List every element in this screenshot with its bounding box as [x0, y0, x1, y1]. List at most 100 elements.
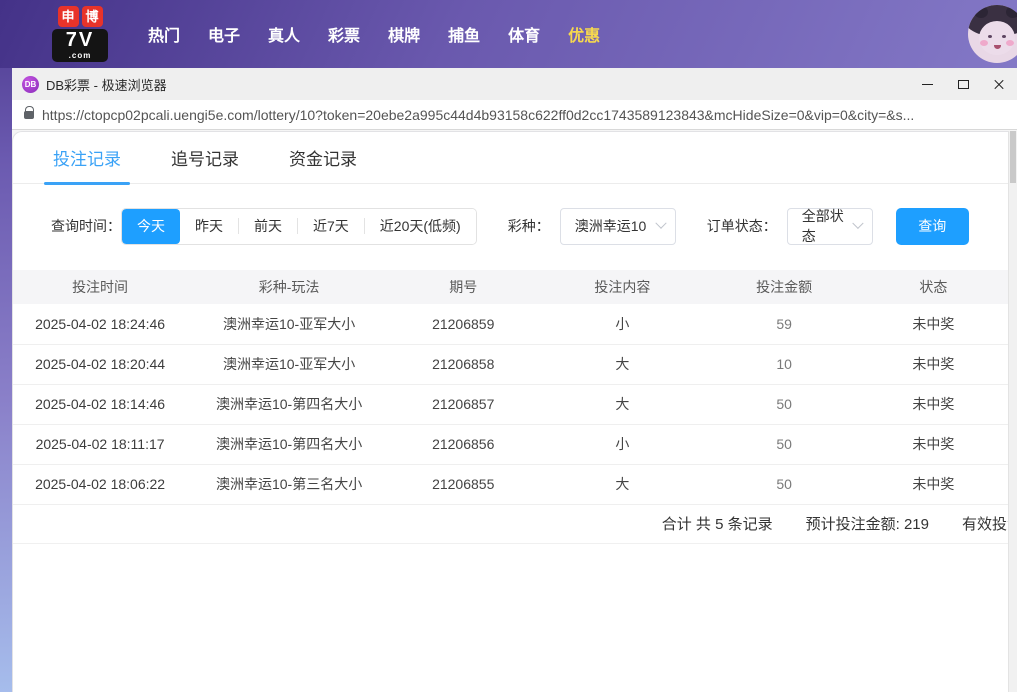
cell-bet-content: 小 [535, 304, 709, 344]
header-issue-number: 期号 [391, 270, 535, 304]
nav-item-live[interactable]: 真人 [268, 22, 300, 46]
cell-bet-amount: 50 [709, 424, 858, 464]
avatar-hair-bun-left [974, 6, 988, 18]
cell-bet-content: 小 [535, 424, 709, 464]
user-avatar[interactable] [968, 5, 1017, 63]
cell-bet-amount: 50 [709, 464, 858, 504]
cell-lottery-play: 澳洲幸运10-第四名大小 [187, 424, 391, 464]
table-row: 2025-04-02 18:24:46 澳洲幸运10-亚军大小 21206859… [13, 304, 1008, 344]
avatar-hair-bun-right [1006, 6, 1017, 18]
logo-main-block: 7V .com [52, 29, 108, 62]
address-bar[interactable]: https://ctopcp02pcali.uengi5e.com/lotter… [12, 100, 1017, 130]
order-status-select[interactable]: 全部状态 [787, 208, 873, 245]
cell-bet-amount: 10 [709, 344, 858, 384]
header-status: 状态 [859, 270, 1008, 304]
cell-bet-time: 2025-04-02 18:14:46 [13, 384, 187, 424]
cell-bet-time: 2025-04-02 18:06:22 [13, 464, 187, 504]
lottery-type-value: 澳洲幸运10 [575, 216, 647, 236]
time-option-last-7-days[interactable]: 近7天 [298, 209, 364, 244]
cell-lottery-play: 澳洲幸运10-亚军大小 [187, 304, 391, 344]
cell-status: 未中奖 [859, 424, 1008, 464]
header-bet-amount: 投注金额 [709, 270, 858, 304]
cell-issue-number: 21206855 [391, 464, 535, 504]
chevron-down-icon [655, 218, 666, 229]
nav-item-promo[interactable]: 优惠 [568, 22, 600, 46]
summary-estimated-amount: 预计投注金额: 219 [806, 513, 929, 534]
nav-item-sports[interactable]: 体育 [508, 22, 540, 46]
nav-item-slots[interactable]: 电子 [208, 22, 240, 46]
table-row: 2025-04-02 18:14:46 澳洲幸运10-第四名大小 2120685… [13, 384, 1008, 424]
order-status-label: 订单状态： [707, 216, 777, 236]
time-option-yesterday[interactable]: 昨天 [180, 209, 238, 244]
table-row: 2025-04-02 18:20:44 澳洲幸运10-亚军大小 21206858… [13, 344, 1008, 384]
cell-bet-content: 大 [535, 384, 709, 424]
query-button[interactable]: 查询 [896, 208, 969, 245]
query-time-label: 查询时间： [51, 216, 121, 236]
cell-status: 未中奖 [859, 344, 1008, 384]
header-bet-time: 投注时间 [13, 270, 187, 304]
minimize-button[interactable] [909, 68, 945, 100]
filter-bar: 查询时间： 今天 昨天 前天 近7天 近20天(低频) 彩种： 澳洲幸运10 订… [13, 207, 1008, 245]
nav-item-fishing[interactable]: 捕鱼 [448, 22, 480, 46]
time-option-today[interactable]: 今天 [122, 209, 180, 244]
table-header-row: 投注时间 彩种-玩法 期号 投注内容 投注金额 状态 [13, 270, 1008, 304]
cell-bet-time: 2025-04-02 18:20:44 [13, 344, 187, 384]
window-titlebar[interactable]: DB DB彩票 - 极速浏览器 [12, 68, 1017, 100]
cell-bet-content: 大 [535, 344, 709, 384]
cell-lottery-play: 澳洲幸运10-第四名大小 [187, 384, 391, 424]
scrollbar-thumb[interactable] [1010, 131, 1016, 183]
browser-favicon-icon: DB [22, 76, 39, 93]
header-lottery-play: 彩种-玩法 [187, 270, 391, 304]
nav-item-cards[interactable]: 棋牌 [388, 22, 420, 46]
avatar-blush-right [1006, 40, 1014, 46]
header-bet-content: 投注内容 [535, 270, 709, 304]
tab-fund-records[interactable]: 资金记录 [289, 132, 357, 183]
cell-bet-amount: 59 [709, 304, 858, 344]
order-status-value: 全部状态 [802, 206, 854, 246]
minimize-icon [922, 84, 933, 85]
summary-total-records: 合计 共 5 条记录 [662, 513, 773, 534]
nav-item-hot[interactable]: 热门 [148, 22, 180, 46]
logo-chip-bo: 博 [82, 6, 103, 27]
cell-status: 未中奖 [859, 384, 1008, 424]
record-tabs: 投注记录 追号记录 资金记录 [13, 132, 1008, 184]
window-title: DB彩票 - 极速浏览器 [46, 75, 167, 94]
site-logo[interactable]: 申 博 7V .com [48, 6, 112, 62]
cell-lottery-play: 澳洲幸运10-亚军大小 [187, 344, 391, 384]
top-nav-bar: 申 博 7V .com 热门 电子 真人 彩票 棋牌 捕鱼 体育 优惠 [0, 0, 1017, 68]
time-option-day-before[interactable]: 前天 [239, 209, 297, 244]
logo-chips: 申 博 [58, 6, 103, 27]
tab-chase-records[interactable]: 追号记录 [171, 132, 239, 183]
time-option-last-20-days[interactable]: 近20天(低频) [365, 209, 476, 244]
cell-bet-content: 大 [535, 464, 709, 504]
logo-chip-shen: 申 [58, 6, 79, 27]
lock-icon [24, 111, 34, 119]
cell-issue-number: 21206857 [391, 384, 535, 424]
avatar-eye-right [1002, 35, 1006, 38]
cell-issue-number: 21206859 [391, 304, 535, 344]
vertical-scrollbar[interactable] [1008, 131, 1017, 692]
nav-item-lottery[interactable]: 彩票 [328, 22, 360, 46]
maximize-button[interactable] [945, 68, 981, 100]
lottery-type-select[interactable]: 澳洲幸运10 [560, 208, 676, 245]
window-controls [909, 68, 1017, 100]
cell-bet-time: 2025-04-02 18:24:46 [13, 304, 187, 344]
avatar-face [979, 21, 1015, 55]
close-button[interactable] [981, 68, 1017, 100]
close-icon [993, 78, 1005, 90]
url-text[interactable]: https://ctopcp02pcali.uengi5e.com/lotter… [42, 107, 914, 123]
bet-records-table: 投注时间 彩种-玩法 期号 投注内容 投注金额 状态 2025-04-02 18… [13, 270, 1008, 505]
table-row: 2025-04-02 18:11:17 澳洲幸运10-第四名大小 2120685… [13, 424, 1008, 464]
logo-7v-text: 7V [57, 30, 103, 51]
logo-com-text: .com [57, 51, 103, 60]
main-nav: 热门 电子 真人 彩票 棋牌 捕鱼 体育 优惠 [148, 22, 600, 46]
cell-bet-time: 2025-04-02 18:11:17 [13, 424, 187, 464]
lottery-type-label: 彩种： [508, 216, 550, 236]
maximize-icon [958, 80, 969, 89]
page-content: 投注记录 追号记录 资金记录 查询时间： 今天 昨天 前天 近7天 近20天(低… [12, 131, 1008, 692]
cell-issue-number: 21206858 [391, 344, 535, 384]
tab-bet-records[interactable]: 投注记录 [53, 132, 121, 183]
summary-row: 合计 共 5 条记录 预计投注金额: 219 有效投注 [13, 504, 1017, 544]
avatar-blush-left [980, 40, 988, 46]
cell-status: 未中奖 [859, 304, 1008, 344]
